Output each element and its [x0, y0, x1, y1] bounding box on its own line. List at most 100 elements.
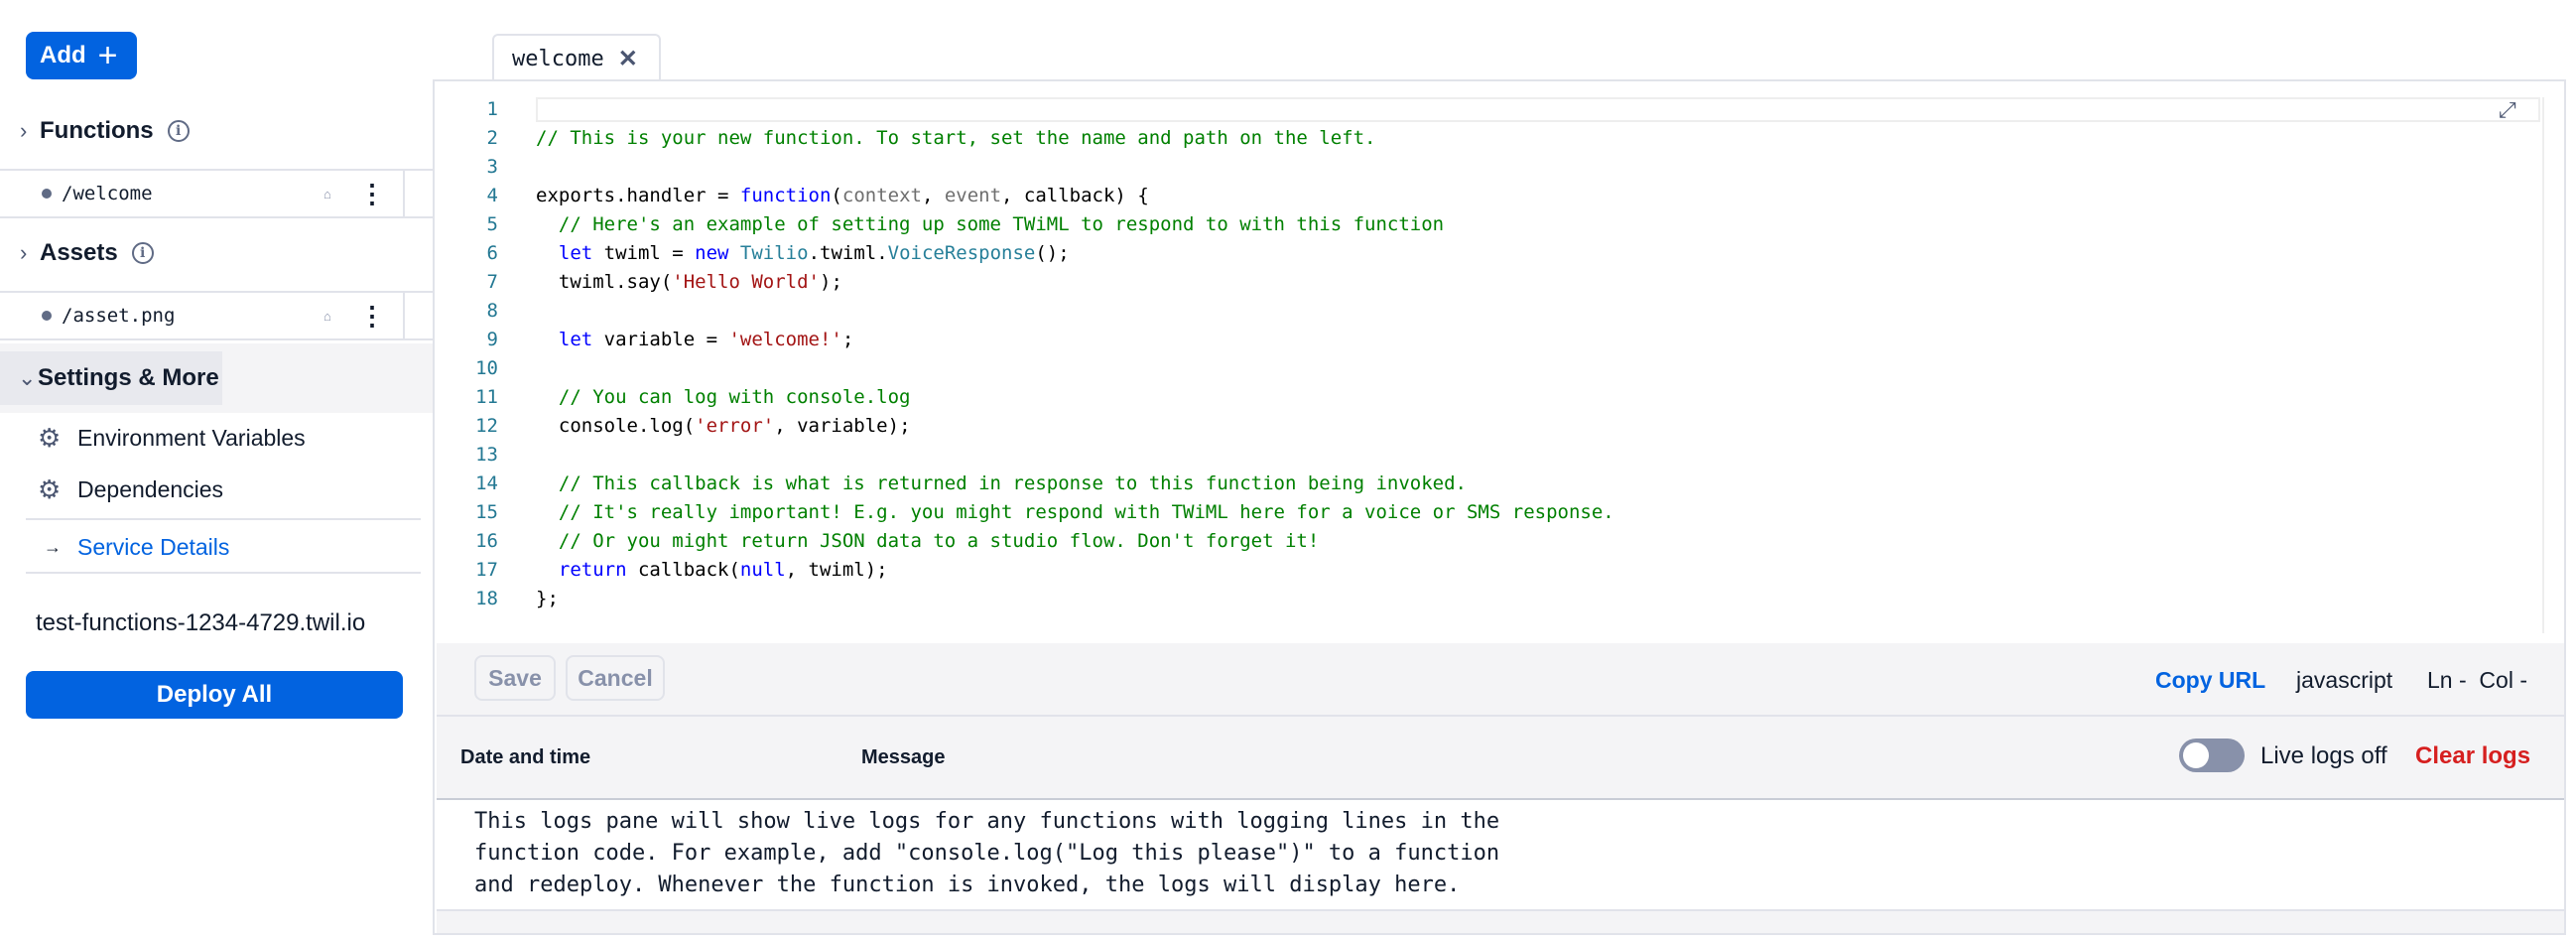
editor-scrollbar[interactable] — [2542, 97, 2564, 633]
line-numbers: 1 2 3 4 5 6 7 8 9 10 11 12 13 14 15 16 1… — [437, 95, 498, 613]
fullscreen-icon[interactable]: ⤢ — [2499, 97, 2516, 123]
line-number: 10 — [475, 357, 498, 379]
column-message: Message — [861, 746, 946, 768]
code-line-4: exports.handler = function(context, even… — [536, 182, 1614, 210]
code-token: , — [921, 185, 945, 206]
tab-bar: welcome ✕ — [433, 0, 2566, 81]
plus-icon: + — [97, 37, 118, 74]
code-line-6: let twiml = new Twilio.twiml.VoiceRespon… — [536, 239, 1614, 268]
arrow-right-icon: → — [44, 537, 62, 557]
line-number: 17 — [475, 559, 498, 581]
logs-footer — [437, 911, 2564, 933]
clear-logs-button[interactable]: Clear logs — [2415, 742, 2530, 770]
copy-url-button[interactable]: Copy URL — [2155, 667, 2265, 694]
code-keyword: function — [739, 185, 832, 206]
service-details-link[interactable]: → Service Details — [44, 534, 229, 561]
editor-frame: ⤢ 1 2 3 4 5 6 7 8 9 10 11 12 13 14 15 16… — [433, 79, 2566, 935]
add-button[interactable]: Add + — [26, 32, 137, 79]
code-token: , twiml); — [785, 559, 888, 581]
code-editor[interactable]: ⤢ 1 2 3 4 5 6 7 8 9 10 11 12 13 14 15 16… — [437, 83, 2564, 643]
asset-path: /asset.png — [62, 305, 176, 327]
code-token: (); — [1035, 242, 1070, 264]
code-keyword: new — [695, 242, 729, 264]
editor-toolbar: Save Cancel Copy URL javascript Ln - Col… — [437, 643, 2564, 717]
logs-pane[interactable]: This logs pane will show live logs for a… — [437, 800, 2564, 911]
code-token: ; — [841, 329, 854, 350]
assets-section-header[interactable]: › Assets i — [20, 239, 154, 267]
code-type: Twilio — [728, 242, 809, 264]
settings-section-header[interactable]: ⌄ Settings & More — [0, 351, 222, 405]
line-number: 1 — [486, 98, 498, 120]
divider — [26, 518, 421, 520]
line-number: 16 — [475, 530, 498, 552]
code-keyword: let — [536, 329, 593, 350]
service-domain: test-functions-1234-4729.twil.io — [36, 609, 366, 636]
column-date-time: Date and time — [460, 746, 591, 768]
code-line-2: // This is your new function. To start, … — [536, 124, 1614, 153]
settings-title: Settings & More — [38, 364, 219, 391]
status-dot — [42, 189, 52, 199]
close-icon[interactable]: ✕ — [618, 45, 638, 73]
visibility-icon[interactable]: ⌂ — [323, 309, 331, 324]
functions-section-header[interactable]: › Functions i — [20, 117, 190, 145]
cursor-position: Ln - Col - — [2427, 667, 2527, 693]
line-number: 18 — [475, 588, 498, 609]
code-line-15: // It's really important! E.g. you might… — [536, 498, 1614, 527]
code-line-17: return callback(null, twiml); — [536, 556, 1614, 585]
visibility-icon[interactable]: ⌂ — [323, 187, 331, 202]
line-number: 15 — [475, 501, 498, 523]
code-token: callback( — [626, 559, 740, 581]
line-number: 2 — [486, 127, 498, 149]
cancel-button[interactable]: Cancel — [566, 655, 665, 701]
functions-title: Functions — [40, 117, 154, 144]
more-options-icon[interactable]: ⋮ — [359, 301, 385, 332]
line-number: 7 — [486, 271, 498, 293]
function-item-welcome[interactable]: /welcome ⌂ ⋮ — [0, 169, 433, 218]
code-token: }; — [536, 588, 559, 609]
more-options-icon[interactable]: ⋮ — [359, 179, 385, 209]
code-line-7: twiml.say('Hello World'); — [536, 268, 1614, 297]
info-icon[interactable]: i — [167, 120, 190, 142]
code-token: variable = — [592, 329, 729, 350]
code-param: context — [841, 185, 922, 206]
status-dot — [42, 311, 52, 321]
code-token: twiml.say( — [536, 271, 673, 293]
divider — [26, 572, 421, 574]
code-content: // This is your new function. To start, … — [536, 95, 1614, 613]
settings-section: ⌄ Settings & More — [0, 343, 433, 413]
code-param: event — [944, 185, 1002, 206]
dependencies-item[interactable]: ⚙ Dependencies — [38, 474, 223, 505]
code-token: console.log( — [536, 415, 696, 437]
main-panel: welcome ✕ ⤢ 1 2 3 4 5 6 7 8 9 10 11 12 1… — [433, 0, 2566, 941]
asset-item-asset-png[interactable]: /asset.png ⌂ ⋮ — [0, 291, 433, 340]
line-number: 4 — [486, 185, 498, 206]
code-type: VoiceResponse — [887, 242, 1036, 264]
environment-variables-item[interactable]: ⚙ Environment Variables — [38, 423, 306, 454]
code-string: 'Hello World' — [672, 271, 820, 293]
gear-icon: ⚙ — [38, 474, 62, 504]
line-number: 12 — [475, 415, 498, 437]
code-token: exports.handler = — [536, 185, 740, 206]
code-comment: // It's really important! E.g. you might… — [536, 501, 1614, 523]
logs-placeholder-text: This logs pane will show live logs for a… — [474, 809, 1500, 897]
tab-welcome[interactable]: welcome ✕ — [492, 34, 661, 81]
code-line-14: // This callback is what is returned in … — [536, 470, 1614, 498]
tab-label: welcome — [512, 46, 604, 71]
code-line-18: }; — [536, 585, 1614, 613]
deploy-all-button[interactable]: Deploy All — [26, 671, 403, 719]
save-button[interactable]: Save — [474, 655, 556, 701]
code-line-16: // Or you might return JSON data to a st… — [536, 527, 1614, 556]
code-token: ); — [820, 271, 842, 293]
code-comment: // Here's an example of setting up some … — [536, 213, 1445, 235]
code-keyword: null — [739, 559, 786, 581]
code-keyword: let — [536, 242, 593, 264]
logs-header: Date and time Message Live logs off Clea… — [437, 717, 2564, 800]
info-icon[interactable]: i — [131, 242, 154, 264]
divider — [403, 293, 405, 338]
live-logs-toggle[interactable] — [2179, 739, 2245, 772]
code-comment: // Or you might return JSON data to a st… — [536, 530, 1320, 552]
line-number: 5 — [486, 213, 498, 235]
code-line-9: let variable = 'welcome!'; — [536, 326, 1614, 354]
add-button-label: Add — [40, 42, 86, 68]
